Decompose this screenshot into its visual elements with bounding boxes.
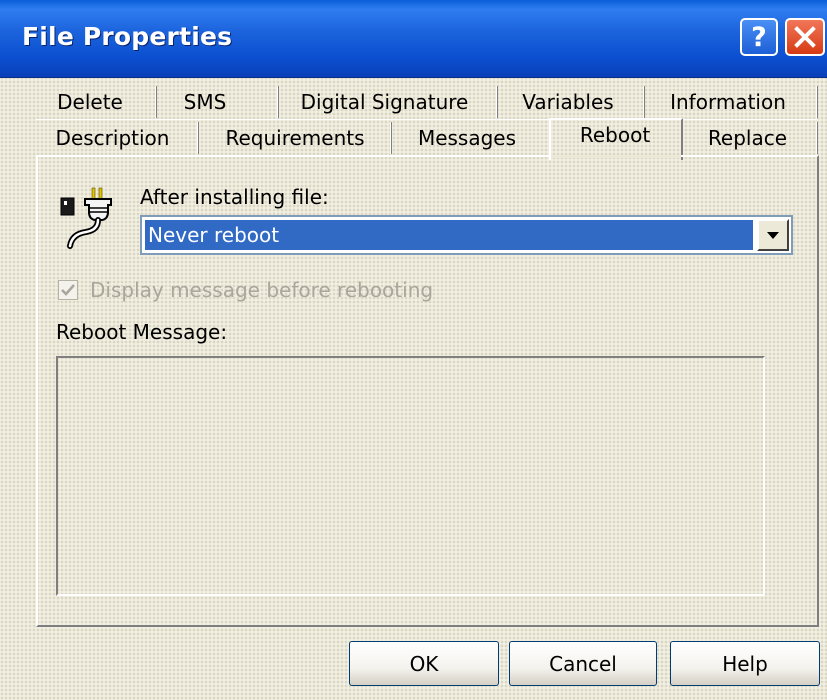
tab-sms[interactable]: SMS: [160, 84, 250, 120]
file-properties-dialog: File Properties ? Delete SMS Digital Sig…: [0, 0, 827, 700]
tab-divider: [643, 86, 645, 118]
ok-button[interactable]: OK: [349, 641, 499, 686]
tab-divider: [197, 122, 199, 154]
help-button[interactable]: Help: [670, 641, 820, 686]
after-installing-selected-value: Never reboot: [145, 220, 753, 250]
tab-divider: [496, 86, 498, 118]
tab-delete[interactable]: Delete: [40, 84, 140, 120]
tab-requirements[interactable]: Requirements: [205, 120, 385, 156]
tab-replace[interactable]: Replace: [690, 120, 805, 156]
tab-digital-signature[interactable]: Digital Signature: [282, 84, 487, 120]
active-tab-joint: [551, 155, 681, 158]
checkmark-icon: [61, 284, 75, 296]
reboot-message-label: Reboot Message:: [56, 320, 228, 344]
help-title-button[interactable]: ?: [740, 18, 778, 56]
close-button[interactable]: [785, 18, 825, 56]
tab-divider: [155, 86, 157, 118]
display-message-label: Display message before rebooting: [90, 278, 434, 302]
reboot-message-textarea[interactable]: [56, 356, 765, 596]
tab-divider: [816, 86, 818, 118]
tab-divider: [277, 86, 279, 118]
tab-description[interactable]: Description: [40, 120, 185, 156]
cancel-button[interactable]: Cancel: [509, 641, 657, 686]
tab-variables[interactable]: Variables: [503, 84, 633, 120]
power-plug-icon: [60, 187, 112, 249]
tab-divider: [390, 122, 392, 154]
after-installing-dropdown[interactable]: Never reboot: [140, 215, 793, 255]
dropdown-arrow-button[interactable]: [757, 219, 789, 251]
chevron-down-icon: [767, 232, 779, 239]
after-installing-label: After installing file:: [140, 185, 329, 209]
close-icon: [794, 26, 816, 48]
display-message-checkbox[interactable]: [58, 280, 78, 300]
window-title: File Properties: [22, 22, 233, 51]
question-mark-icon: ?: [751, 21, 767, 53]
tab-reboot[interactable]: Reboot: [551, 116, 679, 154]
tab-divider: [816, 122, 818, 154]
tab-messages[interactable]: Messages: [397, 120, 537, 156]
tab-information[interactable]: Information: [648, 84, 808, 120]
title-bar[interactable]: File Properties ?: [0, 0, 827, 78]
